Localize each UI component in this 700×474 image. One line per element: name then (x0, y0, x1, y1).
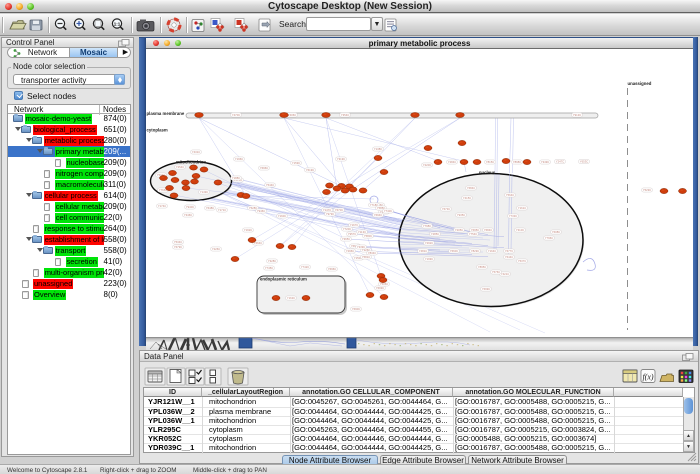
svg-text:Y895C: Y895C (478, 265, 487, 269)
svg-text:mitochondrion: mitochondrion (176, 160, 206, 165)
svg-text:Y684C: Y684C (467, 186, 476, 190)
svg-text:Y171C: Y171C (218, 208, 227, 212)
svg-text:Y754C: Y754C (469, 232, 478, 236)
svg-text:Y935C: Y935C (457, 213, 466, 217)
svg-text:Y679C: Y679C (174, 245, 183, 249)
svg-text:Y164C: Y164C (488, 249, 497, 253)
svg-text:Y421C: Y421C (501, 272, 510, 276)
svg-text:Y174C: Y174C (158, 204, 167, 208)
svg-text:Y188C: Y188C (232, 176, 241, 180)
svg-text:Y946C: Y946C (257, 209, 266, 213)
svg-text:Y608C: Y608C (552, 230, 561, 234)
svg-text:Y226C: Y226C (212, 247, 221, 251)
svg-text:Y296C: Y296C (346, 249, 355, 253)
svg-text:Y690C: Y690C (352, 307, 361, 311)
svg-text:Y285C: Y285C (431, 232, 440, 236)
svg-text:Y220C: Y220C (423, 163, 432, 167)
svg-text:Y159C: Y159C (292, 161, 301, 165)
svg-text:unassigned: unassigned (628, 81, 652, 86)
svg-text:Y199C: Y199C (425, 257, 434, 261)
svg-text:Y673C: Y673C (442, 207, 451, 211)
svg-text:Y163C: Y163C (287, 296, 296, 300)
svg-text:Y292C: Y292C (425, 241, 434, 245)
svg-text:Y696C: Y696C (328, 267, 337, 271)
svg-text:Y254C: Y254C (176, 165, 185, 169)
svg-text:Y138C: Y138C (374, 147, 383, 151)
svg-text:Y319C: Y319C (337, 157, 346, 161)
svg-text:Y481C: Y481C (419, 249, 428, 253)
svg-text:Y365C: Y365C (342, 237, 351, 241)
svg-text:endoplasmic reticulum: endoplasmic reticulum (260, 277, 307, 282)
svg-text:Y648C: Y648C (206, 206, 215, 210)
svg-text:Y247C: Y247C (556, 160, 565, 164)
svg-text:Y349C: Y349C (541, 160, 550, 164)
svg-text:Y310C: Y310C (516, 228, 525, 232)
svg-text:plasma membrane: plasma membrane (147, 111, 185, 116)
svg-text:Y576C: Y576C (492, 270, 501, 274)
svg-text:cytoplasm: cytoplasm (147, 128, 168, 133)
svg-text:Y733C: Y733C (509, 214, 518, 218)
svg-text:Y406C: Y406C (288, 113, 297, 117)
svg-text:Y580C: Y580C (364, 234, 373, 238)
svg-text:Y205C: Y205C (455, 228, 464, 232)
svg-text:Y677C: Y677C (505, 249, 514, 253)
svg-text:Y720C: Y720C (343, 227, 352, 231)
svg-text:Y537C: Y537C (518, 259, 527, 263)
svg-text:1:1: 1:1 (114, 22, 121, 27)
svg-text:Y699C: Y699C (482, 287, 491, 291)
svg-text:Y745C: Y745C (265, 266, 274, 270)
svg-text:Y644C: Y644C (505, 255, 514, 259)
svg-text:Y354C: Y354C (341, 113, 350, 117)
svg-text:Y564C: Y564C (506, 193, 515, 197)
svg-text:Y796C: Y796C (545, 236, 554, 240)
svg-text:Y694C: Y694C (374, 213, 383, 217)
svg-text:Y670C: Y670C (335, 208, 344, 212)
svg-text:Y196C: Y196C (235, 157, 244, 161)
svg-text:nucleus: nucleus (479, 170, 496, 175)
svg-text:Y699C: Y699C (376, 286, 385, 290)
svg-text:Y829C: Y829C (471, 249, 480, 253)
svg-text:Y913C: Y913C (573, 113, 582, 117)
svg-text:Y192C: Y192C (244, 228, 253, 232)
svg-text:Y957C: Y957C (348, 232, 357, 236)
svg-text:Y940C: Y940C (186, 205, 195, 209)
svg-text:Y619C: Y619C (306, 168, 315, 172)
svg-text:Y742C: Y742C (301, 265, 310, 269)
svg-text:Y284C: Y284C (448, 160, 457, 164)
svg-text:Y328C: Y328C (268, 259, 277, 263)
svg-text:Y544C: Y544C (266, 183, 275, 187)
svg-text:Y815C: Y815C (486, 160, 495, 164)
svg-text:Y898C: Y898C (513, 160, 522, 164)
svg-text:Y798C: Y798C (423, 224, 432, 228)
svg-text:Y740C: Y740C (384, 209, 393, 213)
svg-text:Y470C: Y470C (232, 113, 241, 117)
svg-text:Y696C: Y696C (260, 166, 269, 170)
svg-text:Y346C: Y346C (184, 213, 193, 217)
svg-text:Y581C: Y581C (362, 255, 371, 259)
svg-text:Y160C: Y160C (278, 214, 287, 218)
svg-text:f(x): f(x) (642, 373, 653, 382)
svg-text:Y653C: Y653C (580, 160, 589, 164)
svg-text:Y161C: Y161C (518, 206, 527, 210)
svg-text:Y979C: Y979C (326, 212, 335, 216)
svg-text:Y149C: Y149C (200, 190, 209, 194)
svg-text:Y684C: Y684C (484, 228, 493, 232)
svg-text:Y534C: Y534C (174, 240, 183, 244)
svg-text:Y660C: Y660C (450, 249, 459, 253)
svg-text:Y431C: Y431C (192, 150, 201, 154)
svg-text:Y529C: Y529C (643, 188, 652, 192)
svg-text:Y339C: Y339C (357, 245, 366, 249)
svg-text:Y415C: Y415C (463, 196, 472, 200)
